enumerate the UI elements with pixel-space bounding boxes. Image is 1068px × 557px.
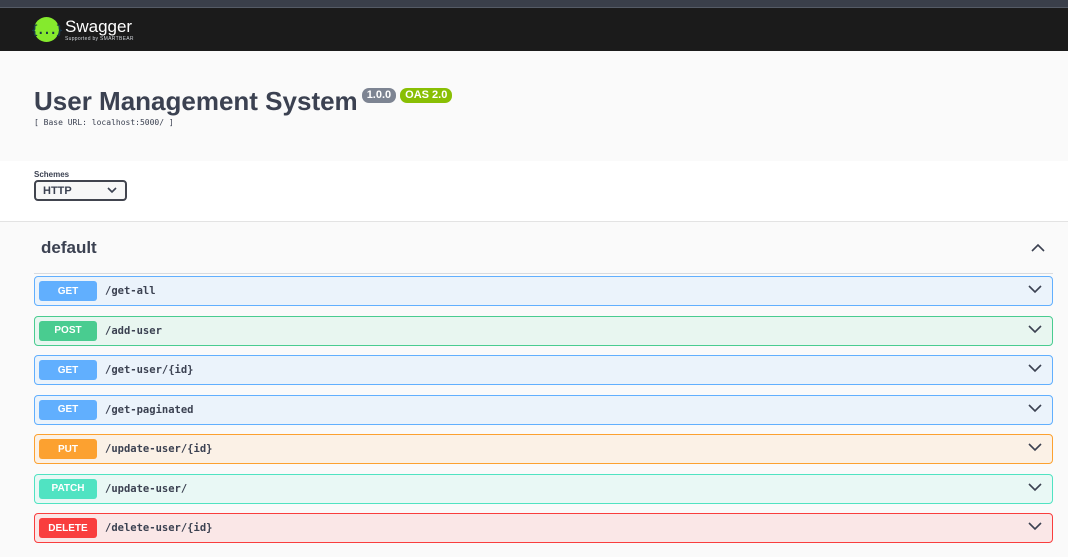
page-title: User Management System <box>34 86 358 116</box>
logo-text-group: Swagger Supported by SMARTBEAR <box>65 18 134 42</box>
method-badge: GET <box>39 360 97 380</box>
operation-get-all[interactable]: GET /get-all <box>34 276 1053 306</box>
chevron-down-icon[interactable] <box>1028 364 1042 373</box>
version-badge: 1.0.0 <box>361 88 397 103</box>
operation-path: /delete-user/{id} <box>105 522 213 534</box>
operation-path: /update-user/ <box>105 482 188 495</box>
api-info: User Management System 1.0.0 OAS 2.0 [ B… <box>0 51 1068 161</box>
operation-get-user[interactable]: GET /get-user/{id} <box>34 355 1053 385</box>
operation-patch-update-user[interactable]: PATCH /update-user/ <box>34 473 1053 504</box>
schemes-selected-value: HTTP <box>43 184 72 197</box>
method-badge: GET <box>39 281 97 301</box>
operation-path: /get-user/{id} <box>105 364 194 376</box>
base-url: [ Base URL: localhost:5000/ ] <box>34 118 174 127</box>
tag-name: default <box>41 237 97 257</box>
chevron-down-icon[interactable] <box>1028 522 1042 531</box>
tag-section-default: default GET /get-all POST /add-user GET … <box>0 222 1068 557</box>
operation-path: /add-user <box>105 324 162 337</box>
operation-delete-user[interactable]: DELETE /delete-user/{id} <box>34 513 1053 543</box>
swagger-logo-icon: {...} <box>31 17 63 42</box>
tag-header[interactable]: default <box>34 222 1053 274</box>
schemes-label: Schemes <box>34 170 70 179</box>
collapse-button[interactable] <box>1023 243 1053 252</box>
operation-add-user[interactable]: POST /add-user <box>34 315 1053 346</box>
logo-subtitle: Supported by SMARTBEAR <box>65 35 134 42</box>
method-badge: GET <box>39 399 97 420</box>
chevron-down-icon[interactable] <box>1028 482 1042 492</box>
method-badge: POST <box>39 320 97 341</box>
operation-path: /get-all <box>105 285 156 297</box>
chevron-down-icon[interactable] <box>1028 443 1042 452</box>
window-top-strip <box>0 0 1068 8</box>
chevron-down-icon <box>107 187 117 194</box>
operation-path: /get-paginated <box>105 403 194 416</box>
operation-update-user-id[interactable]: PUT /update-user/{id} <box>34 434 1053 464</box>
chevron-down-icon[interactable] <box>1028 403 1042 413</box>
swagger-logo[interactable]: {...} Swagger Supported by SMARTBEAR <box>31 17 134 42</box>
title-row: User Management System 1.0.0 OAS 2.0 <box>34 86 1068 117</box>
schemes-select[interactable]: HTTP <box>34 180 127 201</box>
method-badge: PUT <box>39 439 97 459</box>
operations-list: GET /get-all POST /add-user GET /get-use… <box>34 274 1053 543</box>
chevron-down-icon[interactable] <box>1028 324 1042 334</box>
operation-get-paginated[interactable]: GET /get-paginated <box>34 394 1053 425</box>
method-badge: PATCH <box>39 478 97 499</box>
chevron-up-icon <box>1031 243 1045 252</box>
oas-badge: OAS 2.0 <box>400 88 453 103</box>
topbar: {...} Swagger Supported by SMARTBEAR <box>0 8 1068 51</box>
logo-name: Swagger <box>65 16 133 36</box>
chevron-down-icon[interactable] <box>1028 285 1042 294</box>
method-badge: DELETE <box>39 518 97 538</box>
schemes-container: Schemes HTTP <box>0 161 1068 222</box>
operation-path: /update-user/{id} <box>105 443 213 455</box>
